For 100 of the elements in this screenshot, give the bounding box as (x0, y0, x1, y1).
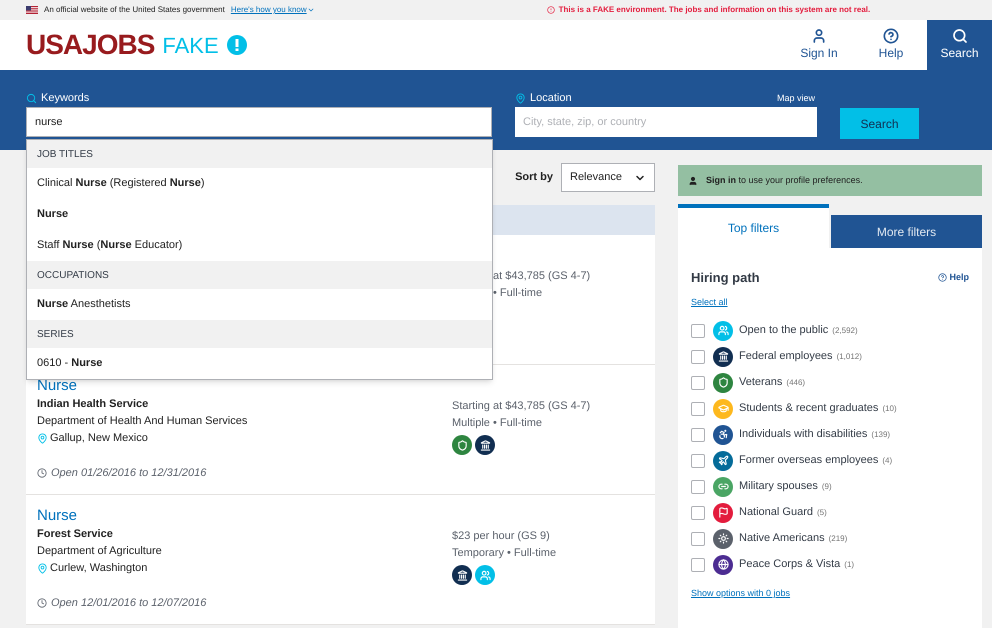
department-name: Department of Agriculture (37, 544, 163, 559)
user-icon (688, 176, 698, 186)
option-count: (10) (882, 402, 897, 414)
select-all-link[interactable]: Select all (691, 296, 728, 309)
accessibility-icon (713, 424, 733, 444)
plane-icon (713, 450, 733, 470)
map-pin-icon (37, 563, 48, 574)
option-count: (2,592) (832, 324, 858, 336)
fake-warning-text: This is a FAKE environment. The jobs and information on this system are not real. (558, 4, 870, 16)
show-options-link[interactable]: Show options with 0 jobs (691, 587, 790, 600)
flag-icon (26, 6, 38, 14)
filter-option-label: Native Americans (739, 531, 825, 546)
suggestion-item[interactable]: 0610 - Nurse (27, 348, 492, 379)
building-icon (475, 435, 495, 455)
help-icon (938, 273, 948, 282)
help-link[interactable]: Help (949, 271, 969, 284)
checkbox[interactable] (691, 376, 705, 390)
location-field[interactable]: City, state, zip, or country (515, 107, 817, 137)
filter-tab[interactable]: More filters (831, 215, 982, 248)
alert-icon (546, 6, 555, 14)
how-you-know-link[interactable]: Here's how you know (230, 4, 315, 16)
map-view-link[interactable]: Map view (776, 92, 815, 106)
checkbox[interactable] (691, 454, 705, 468)
filter-option-label: Open to the public (739, 323, 828, 338)
filter-option-label: Veterans (739, 375, 782, 390)
building-icon (713, 346, 733, 366)
checkbox[interactable] (691, 532, 705, 546)
option-count: (219) (828, 532, 848, 544)
filter-option-label: Former overseas employees (739, 453, 878, 468)
checkbox[interactable] (691, 350, 705, 364)
suggestion-group-heading: OCCUPATIONS (27, 261, 492, 289)
chevron-icon (306, 6, 315, 14)
search-icon (26, 93, 37, 104)
suggestion-item[interactable]: Nurse Anesthetists (27, 289, 492, 320)
suggestion-item[interactable]: Nurse (27, 199, 492, 230)
sort-label: Sort by (515, 170, 553, 186)
open-dates: Open 12/01/2016 to 12/07/2016 (51, 596, 206, 611)
search-icon (952, 28, 968, 44)
filter-option-label: Individuals with disabilities (739, 427, 868, 442)
filter-option-label: Peace Corps & Vista (739, 557, 840, 572)
checkbox[interactable] (691, 324, 705, 338)
option-count: (5) (817, 506, 827, 518)
option-count: (9) (822, 480, 832, 492)
sort-select[interactable]: Relevance (561, 163, 655, 192)
option-count: (1,012) (836, 350, 862, 362)
map-pin-icon (515, 93, 526, 104)
checkbox[interactable] (691, 428, 705, 442)
people-icon (475, 565, 495, 585)
suggestion-group-heading: JOB TITLES (27, 140, 492, 168)
globe-icon (713, 554, 733, 574)
suggestion-item[interactable]: Clinical Nurse (Registered Nurse) (27, 168, 492, 199)
option-count: (4) (882, 454, 892, 466)
suggestion-item[interactable]: Staff Nurse (Nurse Educator) (27, 230, 492, 261)
alert-icon (226, 35, 247, 55)
banner-text: An official website of the United States government (44, 4, 225, 16)
job-location: Curlew, Washington (50, 561, 148, 576)
checkbox[interactable] (691, 480, 705, 494)
open-dates: Open 01/26/2016 to 12/31/2016 (51, 466, 206, 481)
shield-icon (713, 372, 733, 392)
sun-icon (713, 528, 733, 548)
option-count: (1) (844, 558, 854, 570)
checkbox[interactable] (691, 506, 705, 520)
people-icon (713, 320, 733, 340)
filter-option-label: Federal employees (739, 349, 833, 364)
help-icon (883, 28, 899, 44)
building-icon (452, 565, 472, 585)
clock-icon (37, 468, 47, 478)
job-title-link[interactable]: Nurse (37, 377, 78, 395)
agency-name: Forest Service (37, 527, 114, 542)
graduation-cap-icon (713, 398, 733, 418)
nav-button[interactable]: Search (927, 20, 992, 70)
job-title-link[interactable]: Nurse (37, 507, 78, 525)
schedule: Multiple • Full-time (452, 416, 544, 431)
checkbox[interactable] (691, 558, 705, 572)
search-button[interactable]: Search (840, 108, 919, 139)
filter-tab[interactable]: Top filters (678, 204, 829, 248)
schedule: Temporary • Full-time (452, 546, 556, 561)
salary: $23 per hour (GS 9) (452, 529, 551, 544)
flag-icon (713, 502, 733, 522)
signin-notice-text: Sign in to use your profile preferences. (706, 174, 863, 187)
sign-in-link[interactable]: Sign in (706, 174, 736, 185)
suggestion-group-heading: SERIES (27, 320, 492, 348)
hiring-path-title: Hiring path (691, 269, 760, 287)
option-count: (446) (786, 376, 806, 388)
location-label: Location (530, 91, 572, 106)
map-pin-icon (37, 433, 48, 444)
salary: Starting at $43,785 (GS 4-7) (452, 399, 590, 414)
user-icon (811, 28, 827, 44)
keywords-field[interactable]: nurse (26, 107, 492, 137)
clock-icon (37, 598, 47, 608)
schedule: • Full-time (493, 286, 544, 301)
option-count: (139) (871, 428, 890, 440)
agency-name: Indian Health Service (37, 397, 150, 412)
salary: at $43,785 (GS 4-7) (493, 269, 590, 284)
shield-icon (452, 435, 472, 455)
checkbox[interactable] (691, 402, 705, 416)
logo-tag: FAKE (162, 28, 219, 62)
logo[interactable]: USAJOBS (26, 24, 154, 66)
filter-option-label: National Guard (739, 505, 813, 520)
keywords-label: Keywords (41, 91, 90, 106)
